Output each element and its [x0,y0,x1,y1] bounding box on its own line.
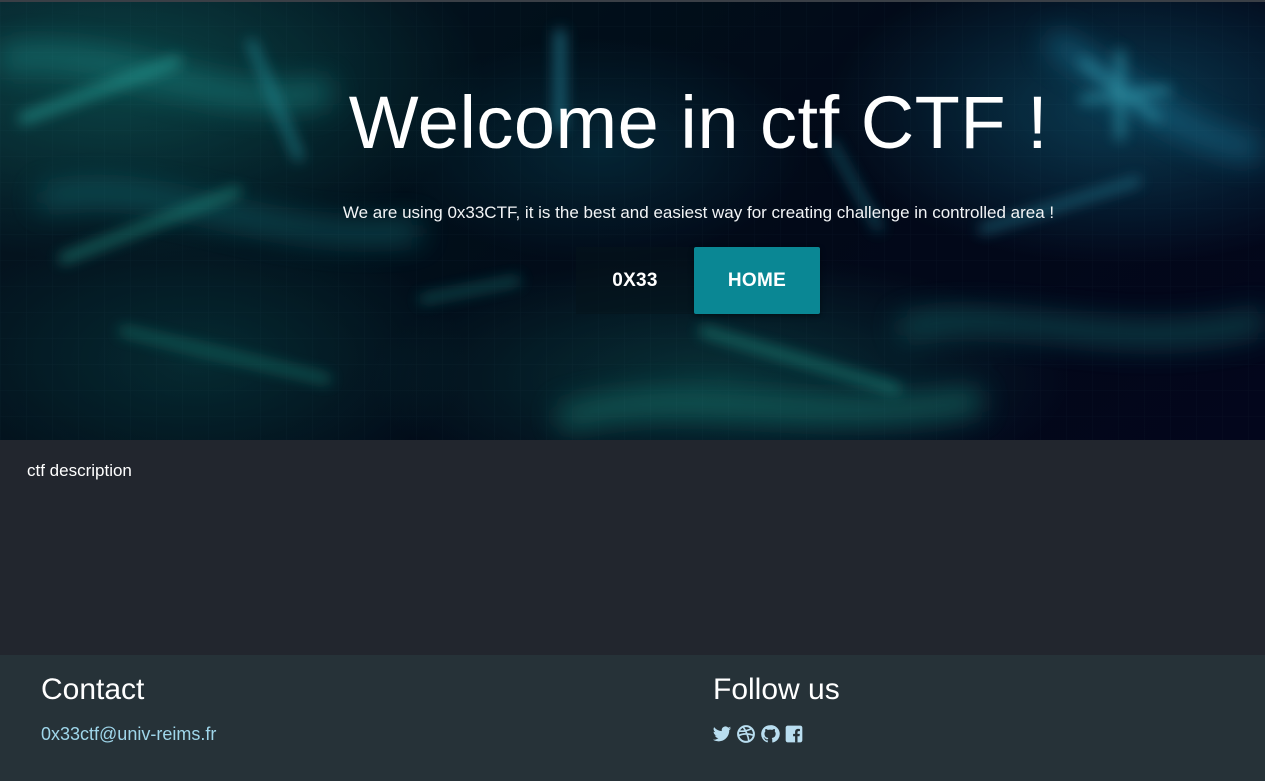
contact-email-link[interactable]: 0x33ctf@univ-reims.fr [41,724,216,745]
twitter-icon[interactable] [712,724,732,744]
hero-button-group: 0X33 HOME [576,247,820,314]
follow-us-heading: Follow us [713,673,840,706]
home-button[interactable]: HOME [694,247,820,314]
dribbble-icon[interactable] [736,724,756,744]
0x33-button[interactable]: 0X33 [576,247,694,314]
description-section: ctf description [0,440,1265,655]
github-icon[interactable] [760,724,780,744]
facebook-icon[interactable] [784,724,804,744]
hero-title: Welcome in ctf CTF ! [348,81,1049,164]
contact-heading: Contact [41,673,145,706]
hero-section: Welcome in ctf CTF ! We are using 0x33CT… [0,0,1265,440]
social-links [712,724,804,744]
ctf-description: ctf description [27,461,132,480]
hero-subtitle: We are using 0x33CTF, it is the best and… [342,203,1055,222]
top-border [0,0,1265,2]
footer: Contact 0x33ctf@univ-reims.fr Follow us [0,655,1265,781]
